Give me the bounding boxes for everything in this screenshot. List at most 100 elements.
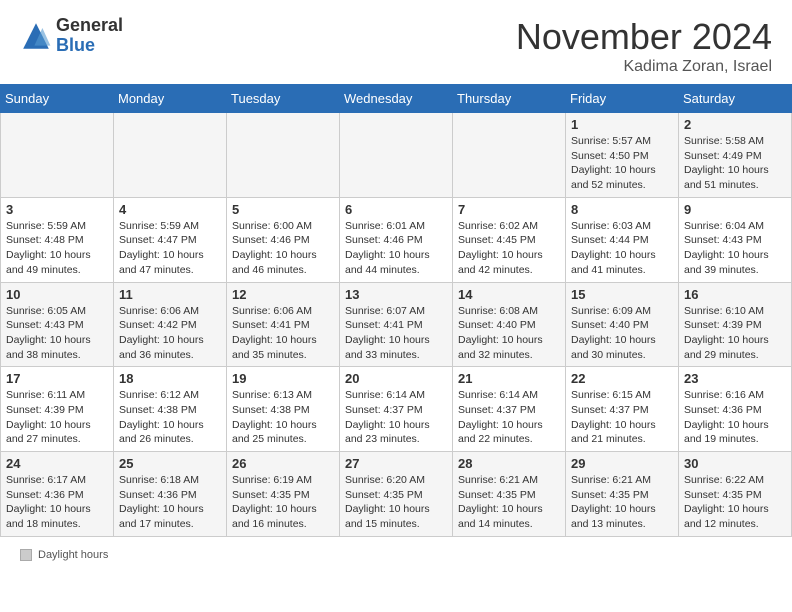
calendar-week-2: 3 Sunrise: 5:59 AM Sunset: 4:48 PM Daylig…: [1, 197, 792, 282]
day-number: 16: [684, 287, 786, 302]
day-number: 2: [684, 117, 786, 132]
logo-general: General: [56, 16, 123, 36]
day-number: 7: [458, 202, 560, 217]
calendar-cell: 16 Sunrise: 6:10 AM Sunset: 4:39 PM Dayli…: [679, 282, 792, 367]
calendar-cell: 28 Sunrise: 6:21 AM Sunset: 4:35 PM Dayli…: [453, 452, 566, 537]
calendar-cell: 23 Sunrise: 6:16 AM Sunset: 4:36 PM Dayli…: [679, 367, 792, 452]
day-number: 14: [458, 287, 560, 302]
day-info: Sunrise: 6:16 AM Sunset: 4:36 PM Dayligh…: [684, 388, 786, 447]
day-info: Sunrise: 6:20 AM Sunset: 4:35 PM Dayligh…: [345, 473, 447, 532]
day-number: 19: [232, 371, 334, 386]
day-info: Sunrise: 6:15 AM Sunset: 4:37 PM Dayligh…: [571, 388, 673, 447]
calendar-cell: 15 Sunrise: 6:09 AM Sunset: 4:40 PM Dayli…: [566, 282, 679, 367]
day-number: 15: [571, 287, 673, 302]
day-number: 5: [232, 202, 334, 217]
col-tuesday: Tuesday: [227, 85, 340, 113]
day-number: 9: [684, 202, 786, 217]
day-number: 30: [684, 456, 786, 471]
day-info: Sunrise: 6:05 AM Sunset: 4:43 PM Dayligh…: [6, 304, 108, 363]
day-info: Sunrise: 6:19 AM Sunset: 4:35 PM Dayligh…: [232, 473, 334, 532]
day-number: 13: [345, 287, 447, 302]
calendar-cell: 9 Sunrise: 6:04 AM Sunset: 4:43 PM Daylig…: [679, 197, 792, 282]
day-info: Sunrise: 6:17 AM Sunset: 4:36 PM Dayligh…: [6, 473, 108, 532]
calendar-cell: 8 Sunrise: 6:03 AM Sunset: 4:44 PM Daylig…: [566, 197, 679, 282]
calendar-week-5: 24 Sunrise: 6:17 AM Sunset: 4:36 PM Dayli…: [1, 452, 792, 537]
day-info: Sunrise: 6:11 AM Sunset: 4:39 PM Dayligh…: [6, 388, 108, 447]
day-number: 18: [119, 371, 221, 386]
day-info: Sunrise: 6:02 AM Sunset: 4:45 PM Dayligh…: [458, 219, 560, 278]
day-info: Sunrise: 6:08 AM Sunset: 4:40 PM Dayligh…: [458, 304, 560, 363]
day-number: 10: [6, 287, 108, 302]
day-number: 17: [6, 371, 108, 386]
day-info: Sunrise: 6:21 AM Sunset: 4:35 PM Dayligh…: [458, 473, 560, 532]
calendar-cell: 14 Sunrise: 6:08 AM Sunset: 4:40 PM Dayli…: [453, 282, 566, 367]
day-number: 28: [458, 456, 560, 471]
day-number: 1: [571, 117, 673, 132]
day-info: Sunrise: 6:10 AM Sunset: 4:39 PM Dayligh…: [684, 304, 786, 363]
day-number: 8: [571, 202, 673, 217]
month-title: November 2024: [516, 16, 772, 58]
calendar-week-3: 10 Sunrise: 6:05 AM Sunset: 4:43 PM Dayli…: [1, 282, 792, 367]
col-friday: Friday: [566, 85, 679, 113]
calendar-body: 1 Sunrise: 5:57 AM Sunset: 4:50 PM Daylig…: [1, 113, 792, 537]
day-number: 24: [6, 456, 108, 471]
day-number: 29: [571, 456, 673, 471]
day-number: 12: [232, 287, 334, 302]
day-info: Sunrise: 6:04 AM Sunset: 4:43 PM Dayligh…: [684, 219, 786, 278]
calendar-cell: 13Sunrise: 6:07 AM Sunset: 4:41 PM Dayli…: [340, 282, 453, 367]
day-number: 25: [119, 456, 221, 471]
day-number: 6: [345, 202, 447, 217]
day-number: 11: [119, 287, 221, 302]
calendar-cell: 5Sunrise: 6:00 AM Sunset: 4:46 PM Daylig…: [227, 197, 340, 282]
col-thursday: Thursday: [453, 85, 566, 113]
day-info: Sunrise: 5:57 AM Sunset: 4:50 PM Dayligh…: [571, 134, 673, 193]
day-number: 20: [345, 371, 447, 386]
calendar-cell: 20 Sunrise: 6:14 AM Sunset: 4:37 PM Dayli…: [340, 367, 453, 452]
calendar: Sunday Monday Tuesday Wednesday Thursday…: [0, 84, 792, 537]
calendar-cell: 29 Sunrise: 6:21 AM Sunset: 4:35 PM Dayli…: [566, 452, 679, 537]
logo-blue: Blue: [56, 36, 123, 56]
calendar-cell: [227, 113, 340, 198]
day-info: Sunrise: 5:59 AM Sunset: 4:47 PM Dayligh…: [119, 219, 221, 278]
day-info: Sunrise: 6:09 AM Sunset: 4:40 PM Dayligh…: [571, 304, 673, 363]
calendar-cell: 17 Sunrise: 6:11 AM Sunset: 4:39 PM Dayli…: [1, 367, 114, 452]
calendar-cell: 30Sunrise: 6:22 AM Sunset: 4:35 PM Dayli…: [679, 452, 792, 537]
day-info: Sunrise: 6:21 AM Sunset: 4:35 PM Dayligh…: [571, 473, 673, 532]
day-number: 3: [6, 202, 108, 217]
calendar-cell: 22Sunrise: 6:15 AM Sunset: 4:37 PM Dayli…: [566, 367, 679, 452]
day-info: Sunrise: 6:14 AM Sunset: 4:37 PM Dayligh…: [345, 388, 447, 447]
calendar-cell: 10 Sunrise: 6:05 AM Sunset: 4:43 PM Dayli…: [1, 282, 114, 367]
calendar-cell: [1, 113, 114, 198]
logo-text: General Blue: [56, 16, 123, 56]
calendar-cell: 21Sunrise: 6:14 AM Sunset: 4:37 PM Dayli…: [453, 367, 566, 452]
calendar-cell: 4Sunrise: 5:59 AM Sunset: 4:47 PM Daylig…: [114, 197, 227, 282]
day-info: Sunrise: 6:13 AM Sunset: 4:38 PM Dayligh…: [232, 388, 334, 447]
col-wednesday: Wednesday: [340, 85, 453, 113]
calendar-week-1: 1 Sunrise: 5:57 AM Sunset: 4:50 PM Daylig…: [1, 113, 792, 198]
calendar-cell: 24 Sunrise: 6:17 AM Sunset: 4:36 PM Dayli…: [1, 452, 114, 537]
daylight-label: Daylight hours: [38, 549, 108, 561]
daylight-indicator: [20, 549, 32, 561]
footer: Daylight hours: [0, 545, 792, 565]
calendar-cell: 27Sunrise: 6:20 AM Sunset: 4:35 PM Dayli…: [340, 452, 453, 537]
day-info: Sunrise: 6:12 AM Sunset: 4:38 PM Dayligh…: [119, 388, 221, 447]
day-number: 23: [684, 371, 786, 386]
day-info: Sunrise: 6:06 AM Sunset: 4:42 PM Dayligh…: [119, 304, 221, 363]
col-saturday: Saturday: [679, 85, 792, 113]
day-info: Sunrise: 6:14 AM Sunset: 4:37 PM Dayligh…: [458, 388, 560, 447]
title-block: November 2024 Kadima Zoran, Israel: [516, 16, 772, 76]
calendar-cell: [340, 113, 453, 198]
day-info: Sunrise: 5:59 AM Sunset: 4:48 PM Dayligh…: [6, 219, 108, 278]
calendar-cell: 25 Sunrise: 6:18 AM Sunset: 4:36 PM Dayli…: [114, 452, 227, 537]
calendar-cell: 12Sunrise: 6:06 AM Sunset: 4:41 PM Dayli…: [227, 282, 340, 367]
calendar-cell: 3 Sunrise: 5:59 AM Sunset: 4:48 PM Daylig…: [1, 197, 114, 282]
day-info: Sunrise: 5:58 AM Sunset: 4:49 PM Dayligh…: [684, 134, 786, 193]
page-header: General Blue November 2024 Kadima Zoran,…: [0, 0, 792, 84]
calendar-cell: 2 Sunrise: 5:58 AM Sunset: 4:49 PM Daylig…: [679, 113, 792, 198]
day-info: Sunrise: 6:18 AM Sunset: 4:36 PM Dayligh…: [119, 473, 221, 532]
calendar-cell: 6Sunrise: 6:01 AM Sunset: 4:46 PM Daylig…: [340, 197, 453, 282]
calendar-week-4: 17 Sunrise: 6:11 AM Sunset: 4:39 PM Dayli…: [1, 367, 792, 452]
day-info: Sunrise: 6:03 AM Sunset: 4:44 PM Dayligh…: [571, 219, 673, 278]
col-monday: Monday: [114, 85, 227, 113]
calendar-cell: 11 Sunrise: 6:06 AM Sunset: 4:42 PM Dayli…: [114, 282, 227, 367]
